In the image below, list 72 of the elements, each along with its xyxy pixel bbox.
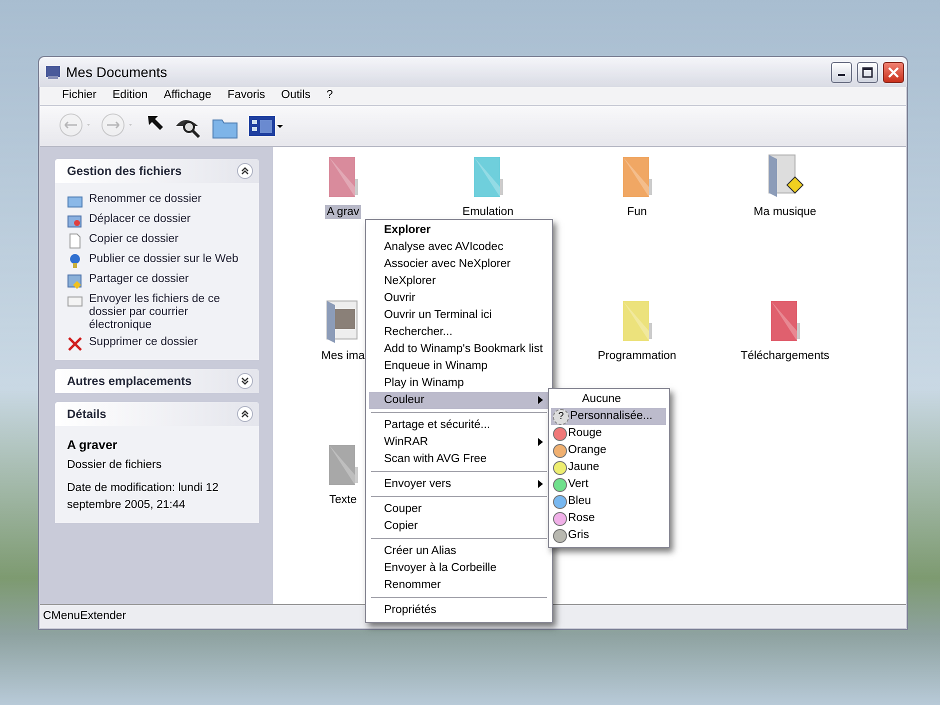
menu-entry[interactable]: Play in Winamp — [369, 375, 549, 392]
menu-entry[interactable]: Rouge — [551, 425, 666, 442]
collapse-chevron-icon[interactable] — [237, 406, 253, 422]
menu-item[interactable]: Favoris — [219, 87, 274, 105]
folder-icon — [67, 213, 83, 229]
menu-entry[interactable]: Envoyer vers — [369, 476, 549, 493]
window-title: Mes Documents — [66, 62, 168, 82]
menu-entry[interactable]: Créer un Alias — [369, 543, 549, 560]
task-link[interactable]: Envoyer les fichiers de ce dossier par courrier électronique — [89, 293, 249, 332]
task-link[interactable]: Renommer ce dossier — [89, 193, 202, 206]
question-icon: ? — [553, 408, 569, 424]
menu-item[interactable]: Outils — [273, 87, 319, 105]
menu-entry[interactable]: Aucune — [551, 391, 666, 408]
task-link[interactable]: Publier ce dossier sur le Web — [89, 253, 238, 266]
task-link[interactable]: Déplacer ce dossier — [89, 213, 191, 226]
menu-entry[interactable]: Explorer — [369, 222, 549, 239]
folder-label[interactable]: Texte — [327, 493, 359, 507]
folder-label[interactable]: Téléchargements — [738, 349, 832, 363]
menu-entry[interactable]: WinRAR — [369, 434, 549, 451]
maximize-button[interactable] — [857, 62, 878, 82]
cross-icon — [67, 336, 83, 352]
menu-entry[interactable]: Analyse avec AVIcodec — [369, 239, 549, 256]
menu-entry[interactable]: Vert — [551, 476, 666, 493]
collapse-chevron-icon[interactable] — [237, 163, 253, 179]
menu-item[interactable]: Fichier — [54, 87, 105, 105]
task-link[interactable]: Supprimer ce dossier — [89, 336, 198, 349]
menu-item[interactable]: ? — [318, 87, 341, 105]
folder-label[interactable]: Emulation — [460, 205, 516, 219]
menu-entry[interactable]: Propriétés — [369, 602, 549, 619]
menu-entry[interactable]: Couper — [369, 501, 549, 518]
minimize-button[interactable] — [831, 62, 852, 82]
detail-date: Date de modification: lundi 12 septembre 2005, 21:44 — [67, 481, 220, 514]
folder-label[interactable]: Fun — [625, 205, 649, 219]
maximize-icon — [862, 66, 873, 78]
task-link[interactable]: Copier ce dossier — [89, 233, 178, 246]
minimize-icon — [838, 74, 845, 76]
folder-label[interactable]: A grav — [324, 205, 362, 219]
menu-entry[interactable]: Associer avec NeXplorer — [369, 256, 549, 273]
folder-label[interactable]: Mes ima — [319, 349, 367, 363]
menu-entry[interactable]: Envoyer à la Corbeille — [369, 560, 549, 577]
menu-entry[interactable]: Enqueue in Winamp — [369, 358, 549, 375]
detail-name: A graver — [67, 437, 118, 454]
menu-entry[interactable]: NeXplorer — [369, 273, 549, 290]
folder-label[interactable]: Ma musique — [752, 205, 818, 219]
menu-item[interactable]: Affichage — [156, 87, 220, 105]
globe-icon — [67, 253, 83, 269]
menu-item[interactable]: Edition — [104, 87, 156, 105]
menu-entry[interactable]: Orange — [551, 442, 666, 459]
menu-entry[interactable]: Rose — [551, 510, 666, 527]
menu-entry[interactable]: Scan with AVG Free — [369, 451, 549, 468]
menu-entry[interactable]: ? Personnalisée... — [551, 408, 666, 425]
task-link[interactable]: Partager ce dossier — [89, 273, 189, 286]
menu-entry[interactable]: Ouvrir — [369, 290, 549, 307]
close-button[interactable] — [883, 62, 904, 82]
window-icon — [45, 64, 61, 80]
menu-entry[interactable]: Add to Winamp's Bookmark list — [369, 341, 549, 358]
menu-entry[interactable]: Gris — [551, 527, 666, 544]
panel-title[interactable]: Détails — [67, 405, 106, 423]
menu-entry[interactable]: Ouvrir un Terminal ici — [369, 307, 549, 324]
menu-entry[interactable]: Jaune — [551, 459, 666, 476]
document-icon — [67, 233, 83, 249]
folder-icon — [67, 273, 83, 289]
menu-entry[interactable]: Bleu — [551, 493, 666, 510]
menu-entry[interactable]: Partage et sécurité... — [369, 417, 549, 434]
folder-label[interactable]: Programmation — [596, 349, 678, 363]
menu-entry[interactable]: Rechercher... — [369, 324, 549, 341]
menu-entry[interactable]: Copier — [369, 518, 549, 535]
detail-type: Dossier de fichiers — [67, 458, 163, 473]
close-icon — [888, 66, 899, 78]
menu-entry[interactable]: Renommer — [369, 577, 549, 594]
expand-chevron-icon[interactable] — [237, 373, 253, 389]
menu-entry[interactable]: Couleur — [369, 392, 549, 409]
